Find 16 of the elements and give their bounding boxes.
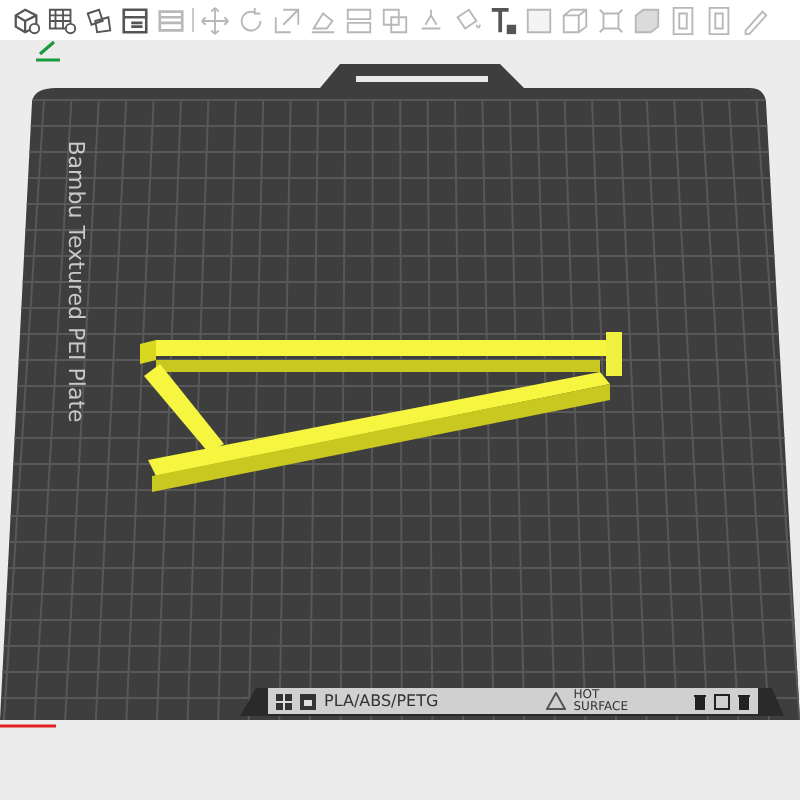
edit-icon[interactable] — [34, 40, 62, 62]
square-icon[interactable] — [714, 693, 730, 709]
panel-icon[interactable] — [120, 5, 150, 35]
grid-icon[interactable] — [48, 5, 78, 35]
cube-icon[interactable] — [12, 5, 42, 35]
plate-handle — [356, 76, 488, 82]
warning-icon — [545, 692, 566, 710]
grid-icon — [276, 693, 292, 709]
text-tool-icon[interactable] — [488, 5, 518, 35]
filament-label: PLA/ABS/PETG — [324, 689, 439, 713]
trash-icon[interactable] — [694, 693, 706, 709]
plate-label: Bambu Textured PEI Plate — [60, 140, 91, 427]
arrange-icon[interactable] — [84, 5, 114, 35]
plate-icon — [300, 693, 316, 709]
trash-icon[interactable] — [738, 693, 750, 709]
x-axis-line — [0, 724, 56, 728]
